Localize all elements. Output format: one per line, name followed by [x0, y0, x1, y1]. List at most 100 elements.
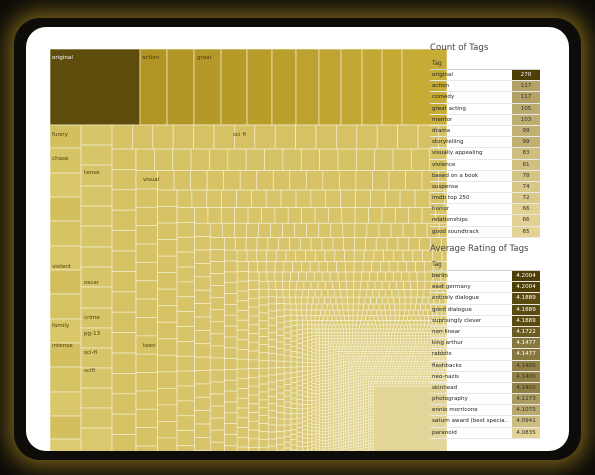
- treemap-cell: [209, 405, 225, 419]
- treemap-cell: [370, 416, 374, 420]
- treemap-cell: [365, 441, 369, 445]
- treemap-cell: [353, 363, 358, 367]
- treemap-cell: [410, 378, 415, 382]
- treemap-cell: [307, 419, 313, 424]
- treemap-cell: [325, 189, 341, 208]
- treemap-cell: [209, 249, 225, 262]
- treemap-cell: [283, 401, 292, 409]
- treemap-cell: [152, 124, 174, 150]
- treemap-cell: [322, 428, 327, 433]
- treemap-cell: [328, 406, 332, 411]
- treemap-cell: [381, 358, 386, 362]
- treemap-cell: [322, 404, 327, 409]
- treemap-cell: [346, 341, 350, 345]
- rating-tag: good dialogue: [432, 306, 472, 313]
- treemap-cell: [367, 356, 371, 360]
- treemap-cell: [420, 320, 426, 326]
- treemap-cell: [338, 371, 342, 376]
- treemap-cell: [333, 411, 337, 416]
- treemap-cell: [267, 317, 278, 326]
- treemap-cell: [390, 346, 394, 350]
- treemap-cell: [372, 289, 380, 298]
- treemap-cell: [315, 347, 320, 352]
- treemap-cell: [307, 388, 313, 394]
- treemap-cell: [413, 324, 418, 330]
- treemap-cell: [346, 280, 355, 291]
- treemap-cell: [369, 373, 374, 377]
- treemap-cell: [363, 417, 367, 422]
- treemap-cell: [358, 421, 362, 426]
- treemap-cell: [358, 368, 363, 372]
- treemap-cell: [328, 427, 332, 432]
- treemap-cell: [377, 378, 382, 382]
- treemap-cell: [368, 303, 375, 311]
- treemap-cell: [322, 395, 327, 400]
- count-tag: original: [432, 72, 453, 78]
- treemap-cell: [364, 356, 368, 360]
- treemap-cell: [335, 384, 339, 388]
- treemap-cell: [417, 358, 422, 362]
- treemap-cell: [370, 368, 375, 372]
- treemap-cell: [375, 361, 379, 365]
- treemap-cell: [325, 428, 329, 432]
- treemap-cell: [374, 148, 394, 171]
- treemap-cell: [410, 328, 415, 333]
- tag-treemap: original action great funny sci fi chase tense…: [50, 49, 447, 451]
- treemap-cell: [365, 387, 369, 391]
- treemap-cell: [236, 388, 250, 399]
- treemap-cell: [258, 391, 269, 401]
- treemap-cell: [353, 271, 363, 282]
- treemap-cell: [318, 261, 329, 273]
- treemap-cell: [283, 384, 292, 391]
- treemap-cell: [377, 363, 382, 367]
- treemap-cell: [267, 360, 278, 369]
- treemap-cell: [50, 391, 82, 417]
- treemap-cell: [251, 189, 267, 208]
- treemap-cell: [328, 364, 332, 369]
- treemap-cell: [365, 402, 369, 406]
- treemap-cell: [296, 394, 303, 400]
- treemap-cell: [290, 340, 298, 347]
- treemap-cell: [311, 328, 317, 333]
- treemap-cell: [321, 303, 328, 311]
- treemap-cell: [311, 396, 317, 401]
- treemap-cell: [322, 398, 327, 403]
- treemap-cell: [385, 368, 390, 372]
- treemap-cell: [343, 370, 347, 375]
- treemap-cell: [355, 170, 373, 191]
- treemap-cell: [337, 148, 357, 171]
- treemap-cell: [307, 358, 313, 364]
- treemap-cell: [368, 437, 372, 442]
- treemap-cell: [345, 436, 349, 440]
- treemap-cell: [340, 341, 344, 345]
- rating-row: neo-nazis 4.1400: [430, 371, 540, 383]
- treemap-cell: [363, 423, 367, 428]
- treemap-cell: [334, 328, 338, 333]
- treemap-cell: [258, 344, 269, 353]
- treemap-cell: [345, 379, 349, 383]
- treemap-cell: [342, 346, 346, 350]
- treemap-cell: [290, 330, 298, 337]
- treemap-cell: [379, 320, 384, 326]
- treemap-cell: [365, 447, 369, 451]
- treemap-cell: [302, 412, 308, 418]
- treemap-cell: [359, 363, 364, 367]
- treemap-cell: [340, 365, 344, 369]
- treemap-cell: [333, 420, 337, 425]
- treemap-cell: [360, 379, 364, 383]
- treemap-cell: [322, 437, 327, 442]
- treemap-cell: [358, 403, 362, 408]
- treemap-cell: [360, 415, 364, 419]
- treemap-cell: [325, 368, 329, 372]
- treemap-cell: [333, 429, 337, 434]
- treemap-cell: [330, 376, 334, 380]
- treemap-cell: [402, 222, 416, 238]
- treemap-cell: [387, 361, 391, 365]
- treemap-cell: [325, 407, 329, 411]
- treemap-cell: [302, 374, 308, 380]
- treemap-cell: [365, 417, 369, 421]
- treemap-cell: [422, 366, 426, 370]
- count-value: 66: [512, 215, 540, 226]
- treemap-cell: [343, 309, 349, 316]
- treemap-cell: [328, 388, 332, 393]
